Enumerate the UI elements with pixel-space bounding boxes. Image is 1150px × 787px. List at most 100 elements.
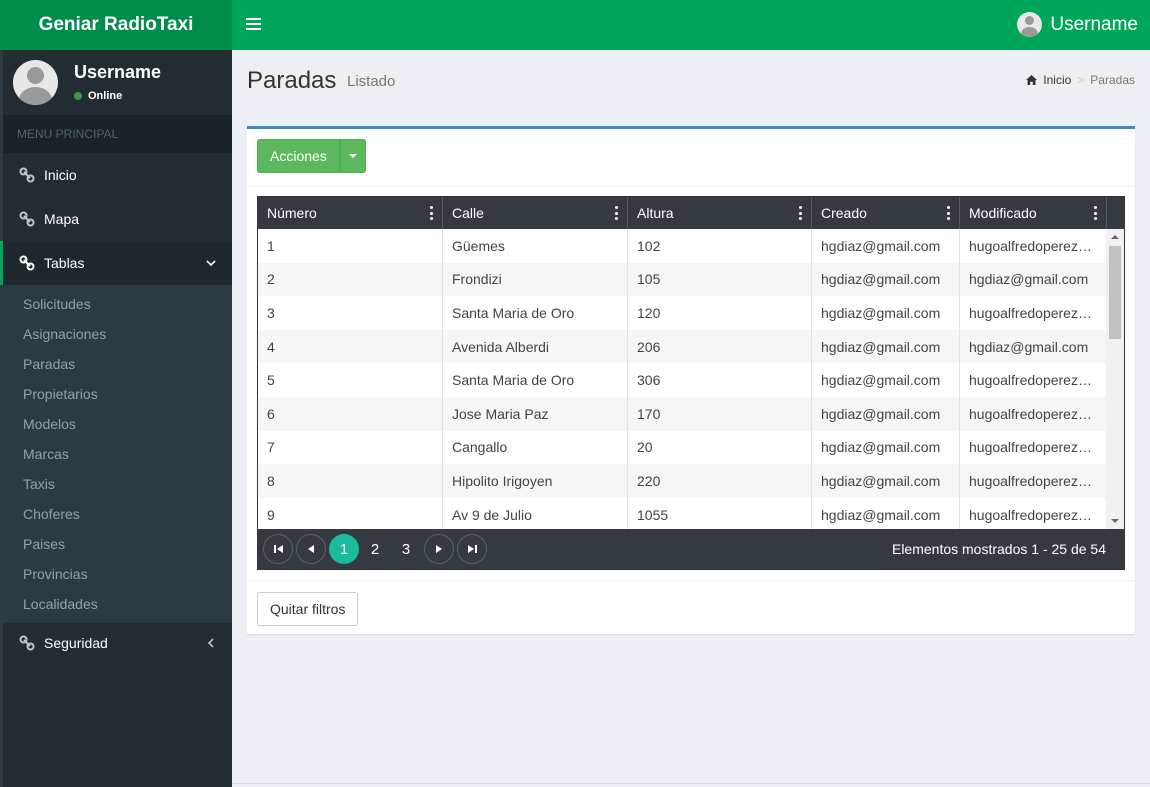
sidebar-item-tablas[interactable]: Tablas	[0, 241, 232, 285]
table-row[interactable]: 3 Santa Maria de Oro 120 hgdiaz@gmail.com hu…	[258, 296, 1107, 330]
sidebar-subitem-marcas[interactable]: Marcas	[3, 439, 232, 469]
table-row[interactable]: 1 Güemes 102 hgdiaz@gmail.com hugoalfredoper…	[258, 229, 1107, 263]
user-menu[interactable]: Username	[1017, 12, 1138, 37]
column-header-numero[interactable]: Número	[258, 197, 443, 229]
first-page-button[interactable]	[263, 534, 293, 564]
column-title: Altura	[637, 205, 674, 221]
sidebar-item-inicio[interactable]: Inicio	[3, 153, 232, 197]
cell-modificado: hgdiaz@gmail.com	[960, 262, 1107, 297]
cell-altura: 220	[628, 464, 812, 498]
sidebar-subitem-paradas[interactable]: Paradas	[3, 349, 232, 379]
column-title: Modificado	[969, 205, 1037, 221]
cell-altura: 120	[628, 296, 812, 330]
column-title: Calle	[452, 205, 484, 221]
cell-calle: Jose Maria Paz	[443, 396, 628, 431]
status-badge: Online	[74, 90, 122, 102]
home-icon	[1026, 75, 1038, 85]
actions-button[interactable]: Acciones	[257, 139, 340, 173]
sidebar-subitem-asignaciones[interactable]: Asignaciones	[3, 319, 232, 349]
page-subtitle: Listado	[347, 73, 396, 90]
brand-name: Geniar RadioTaxi	[38, 14, 194, 35]
column-menu-icon[interactable]	[1094, 206, 1098, 220]
cell-altura: 1055	[628, 497, 812, 529]
sidebar-item-label: Mapa	[44, 211, 80, 227]
column-header-creado[interactable]: Creado	[812, 197, 960, 229]
cell-numero: 3	[258, 296, 443, 330]
column-title: Creado	[821, 205, 867, 221]
cell-numero: 5	[258, 363, 443, 397]
prev-page-icon	[308, 545, 314, 553]
last-page-button[interactable]	[457, 534, 487, 564]
footer-divider	[232, 783, 1150, 784]
table-row[interactable]: 7 Cangallo 20 hgdiaz@gmail.com hugoalfredope…	[258, 430, 1107, 465]
breadcrumb-home[interactable]: Inicio	[1043, 73, 1071, 87]
sidebar-subitem-modelos[interactable]: Modelos	[3, 409, 232, 439]
cell-creado: hgdiaz@gmail.com	[812, 262, 960, 297]
sidebar-subitem-localidades[interactable]: Localidades	[3, 589, 232, 619]
page-number-button[interactable]: 1	[329, 534, 359, 564]
user-panel: Username Online	[3, 50, 232, 115]
clear-filters-button[interactable]: Quitar filtros	[257, 592, 359, 626]
page-number-button[interactable]: 3	[391, 534, 421, 564]
cell-numero: 6	[258, 396, 443, 431]
cell-creado: hgdiaz@gmail.com	[812, 296, 960, 330]
table-row[interactable]: 4 Avenida Alberdi 206 hgdiaz@gmail.com hgdia…	[258, 329, 1107, 364]
table-row[interactable]: 5 Santa Maria de Oro 306 hgdiaz@gmail.com hu…	[258, 363, 1107, 397]
sidebar-toggle-icon[interactable]	[246, 15, 261, 33]
breadcrumb-current: Paradas	[1090, 73, 1135, 87]
column-menu-icon[interactable]	[799, 206, 803, 220]
sidebar-item-mapa[interactable]: Mapa	[3, 197, 232, 241]
cell-calle: Santa Maria de Oro	[443, 296, 628, 330]
caret-down-icon	[348, 154, 357, 158]
page-number-button[interactable]: 2	[360, 534, 390, 564]
cell-altura: 170	[628, 396, 812, 431]
cell-creado: hgdiaz@gmail.com	[812, 229, 960, 263]
cell-calle: Av 9 de Julio	[443, 497, 628, 529]
scroll-down-icon[interactable]	[1111, 519, 1119, 523]
cell-altura: 306	[628, 363, 812, 397]
status-text: Online	[88, 90, 123, 102]
table-row[interactable]: 8 Hipolito Irigoyen 220 hgdiaz@gmail.com hug…	[258, 464, 1107, 498]
cell-altura: 102	[628, 229, 812, 263]
sidebar-item-seguridad[interactable]: Seguridad	[3, 623, 232, 663]
link-icon	[19, 255, 35, 271]
top-navbar: Username	[232, 0, 1150, 50]
column-menu-icon[interactable]	[947, 206, 951, 220]
column-header-modificado[interactable]: Modificado	[960, 197, 1107, 229]
table-row[interactable]: 9 Av 9 de Julio 1055 hgdiaz@gmail.com hugoal…	[258, 497, 1107, 529]
cell-creado: hgdiaz@gmail.com	[812, 497, 960, 529]
column-header-calle[interactable]: Calle	[443, 197, 628, 229]
table-row[interactable]: 2 Frondizi 105 hgdiaz@gmail.com hgdiaz@gmail…	[258, 262, 1107, 297]
cell-numero: 8	[258, 464, 443, 498]
actions-button-group: Acciones	[257, 139, 366, 173]
column-menu-icon[interactable]	[615, 206, 619, 220]
submenu-tablas: Solicitudes Asignaciones Paradas Propiet…	[3, 285, 232, 623]
next-page-button[interactable]	[424, 534, 454, 564]
cell-creado: hgdiaz@gmail.com	[812, 430, 960, 465]
breadcrumb: Inicio > Paradas	[1026, 73, 1135, 87]
actions-dropdown-toggle[interactable]	[339, 139, 366, 173]
sidebar-subitem-solicitudes[interactable]: Solicitudes	[3, 289, 232, 319]
cell-modificado: hugoalfredoperez…	[960, 497, 1107, 529]
vertical-scrollbar[interactable]	[1106, 229, 1124, 529]
grid-header: Número Calle Altura Creado Modificado	[258, 197, 1124, 229]
sidebar-subitem-propietarios[interactable]: Propietarios	[3, 379, 232, 409]
cell-calle: Frondizi	[443, 262, 628, 297]
scrollbar-thumb[interactable]	[1109, 246, 1121, 339]
cell-modificado: hugoalfredoperez…	[960, 363, 1107, 397]
sidebar-subitem-taxis[interactable]: Taxis	[3, 469, 232, 499]
cell-altura: 20	[628, 430, 812, 465]
prev-page-button[interactable]	[296, 534, 326, 564]
sidebar-subitem-choferes[interactable]: Choferes	[3, 499, 232, 529]
column-header-altura[interactable]: Altura	[628, 197, 812, 229]
brand-logo[interactable]: Geniar RadioTaxi	[0, 0, 232, 50]
grid-body: 1 Güemes 102 hgdiaz@gmail.com hugoalfredoper…	[258, 229, 1107, 529]
cell-calle: Santa Maria de Oro	[443, 363, 628, 397]
column-menu-icon[interactable]	[430, 206, 434, 220]
sidebar-subitem-paises[interactable]: Paises	[3, 529, 232, 559]
table-row[interactable]: 6 Jose Maria Paz 170 hgdiaz@gmail.com hugoal…	[258, 396, 1107, 431]
sidebar-subitem-provincias[interactable]: Provincias	[3, 559, 232, 589]
scroll-up-icon[interactable]	[1111, 235, 1119, 239]
content-header: Paradas Listado Inicio > Paradas	[232, 50, 1150, 120]
sidebar-item-label: Tablas	[44, 255, 85, 271]
